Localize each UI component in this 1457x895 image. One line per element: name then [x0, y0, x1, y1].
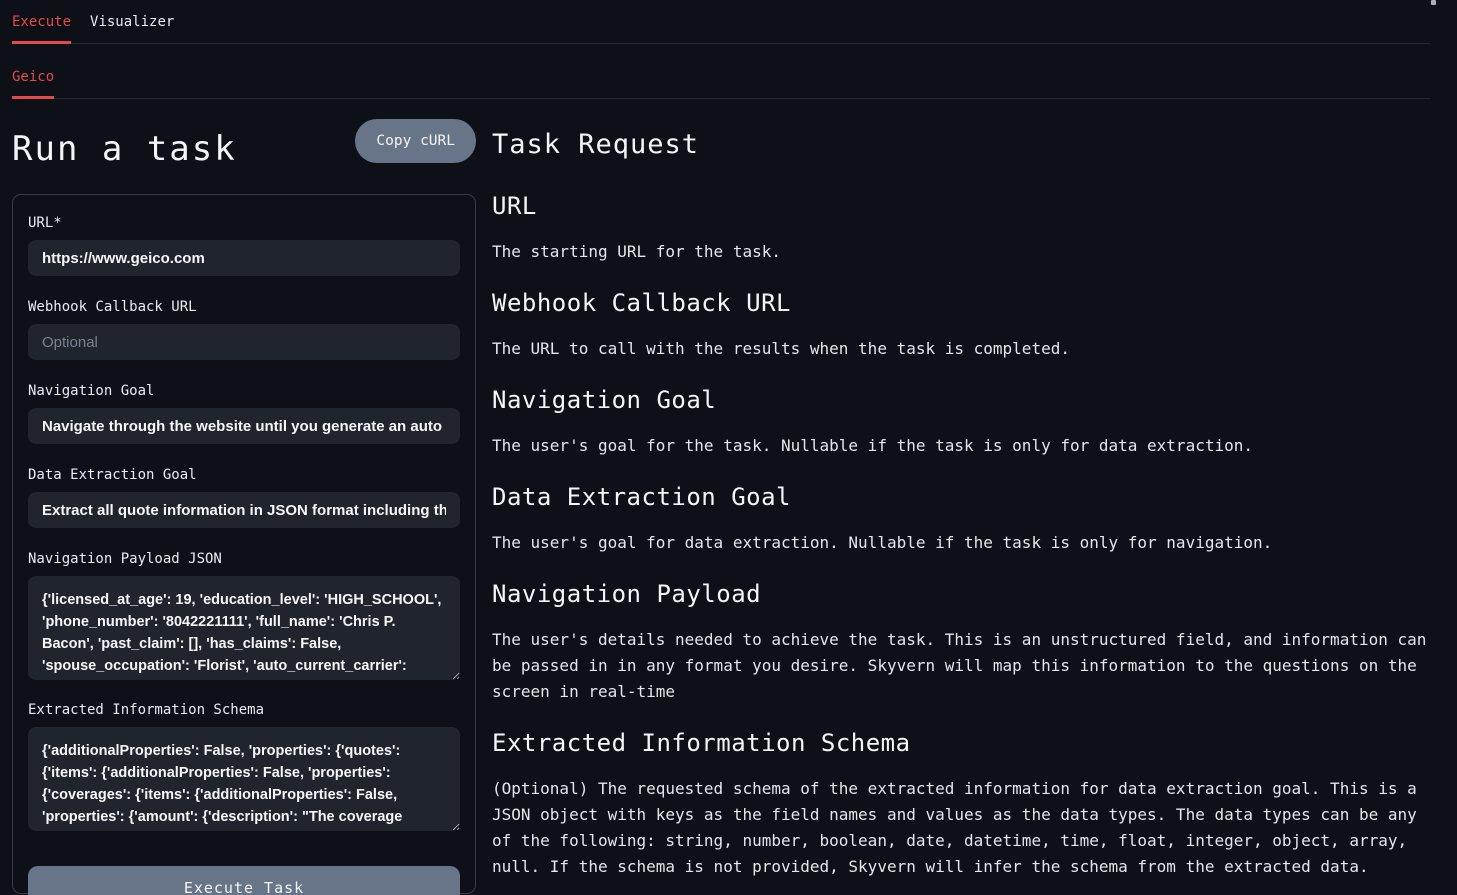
field-webhook-callback-url: Webhook Callback URL: [28, 299, 460, 360]
doc-heading-navigation-payload: Navigation Payload: [492, 579, 1430, 609]
url-label: URL*: [28, 215, 460, 231]
field-data-extraction-goal: Data Extraction Goal: [28, 467, 460, 528]
doc-body-navigation-payload: The user's details needed to achieve the…: [492, 627, 1430, 705]
sub-tab-bar: Geico: [12, 44, 1430, 99]
doc-section-navigation-payload: Navigation Payload The user's details ne…: [492, 579, 1430, 705]
webhook-callback-url-input[interactable]: [28, 324, 460, 360]
doc-body-navigation-goal: The user's goal for the task. Nullable i…: [492, 433, 1430, 459]
webhook-callback-url-label: Webhook Callback URL: [28, 299, 460, 315]
page-title: Run a task: [12, 129, 237, 169]
task-form-panel: URL* Webhook Callback URL Navigation Goa…: [12, 194, 476, 894]
navigation-payload-json-textarea[interactable]: {'licensed_at_age': 19, 'education_level…: [28, 576, 460, 680]
doc-heading-navigation-goal: Navigation Goal: [492, 385, 1430, 415]
navigation-payload-json-label: Navigation Payload JSON: [28, 551, 460, 567]
doc-section-data-extraction-goal: Data Extraction Goal The user's goal for…: [492, 482, 1430, 556]
extracted-information-schema-label: Extracted Information Schema: [28, 702, 460, 718]
doc-section-url: URL The starting URL for the task.: [492, 191, 1430, 265]
app-header: Execute Visualizer Geico: [0, 0, 1457, 99]
task-request-docs: Task Request URL The starting URL for th…: [476, 99, 1457, 880]
doc-section-extracted-information-schema: Extracted Information Schema (Optional) …: [492, 728, 1430, 880]
doc-section-navigation-goal: Navigation Goal The user's goal for the …: [492, 385, 1430, 459]
extracted-information-schema-textarea[interactable]: {'additionalProperties': False, 'propert…: [28, 727, 460, 831]
url-input[interactable]: [28, 240, 460, 276]
scrollbar-thumb[interactable]: [1431, 0, 1436, 5]
doc-heading-webhook-callback-url: Webhook Callback URL: [492, 288, 1430, 318]
doc-section-webhook-callback-url: Webhook Callback URL The URL to call wit…: [492, 288, 1430, 362]
field-extracted-information-schema: Extracted Information Schema {'additiona…: [28, 702, 460, 835]
doc-body-data-extraction-goal: The user's goal for data extraction. Nul…: [492, 530, 1430, 556]
doc-body-url: The starting URL for the task.: [492, 239, 1430, 265]
doc-heading-extracted-information-schema: Extracted Information Schema: [492, 728, 1430, 758]
form-header: Run a task Copy cURL: [12, 119, 476, 194]
main-tab-bar: Execute Visualizer: [12, 0, 1430, 44]
tab-execute[interactable]: Execute: [12, 14, 71, 43]
field-url: URL*: [28, 215, 460, 276]
data-extraction-goal-label: Data Extraction Goal: [28, 467, 460, 483]
copy-curl-button[interactable]: Copy cURL: [355, 119, 476, 163]
navigation-goal-input[interactable]: [28, 408, 460, 444]
doc-heading-url: URL: [492, 191, 1430, 221]
main-content: Run a task Copy cURL URL* Webhook Callba…: [0, 99, 1457, 894]
doc-heading-data-extraction-goal: Data Extraction Goal: [492, 482, 1430, 512]
field-navigation-payload-json: Navigation Payload JSON {'licensed_at_ag…: [28, 551, 460, 684]
subtab-geico[interactable]: Geico: [12, 69, 54, 98]
docs-title: Task Request: [492, 128, 1430, 162]
doc-body-webhook-callback-url: The URL to call with the results when th…: [492, 336, 1430, 362]
execute-task-button[interactable]: Execute Task: [28, 866, 460, 895]
data-extraction-goal-input[interactable]: [28, 492, 460, 528]
field-navigation-goal: Navigation Goal: [28, 383, 460, 444]
task-form-column: Run a task Copy cURL URL* Webhook Callba…: [12, 99, 476, 894]
tab-visualizer[interactable]: Visualizer: [90, 14, 174, 43]
doc-body-extracted-information-schema: (Optional) The requested schema of the e…: [492, 776, 1430, 880]
navigation-goal-label: Navigation Goal: [28, 383, 460, 399]
